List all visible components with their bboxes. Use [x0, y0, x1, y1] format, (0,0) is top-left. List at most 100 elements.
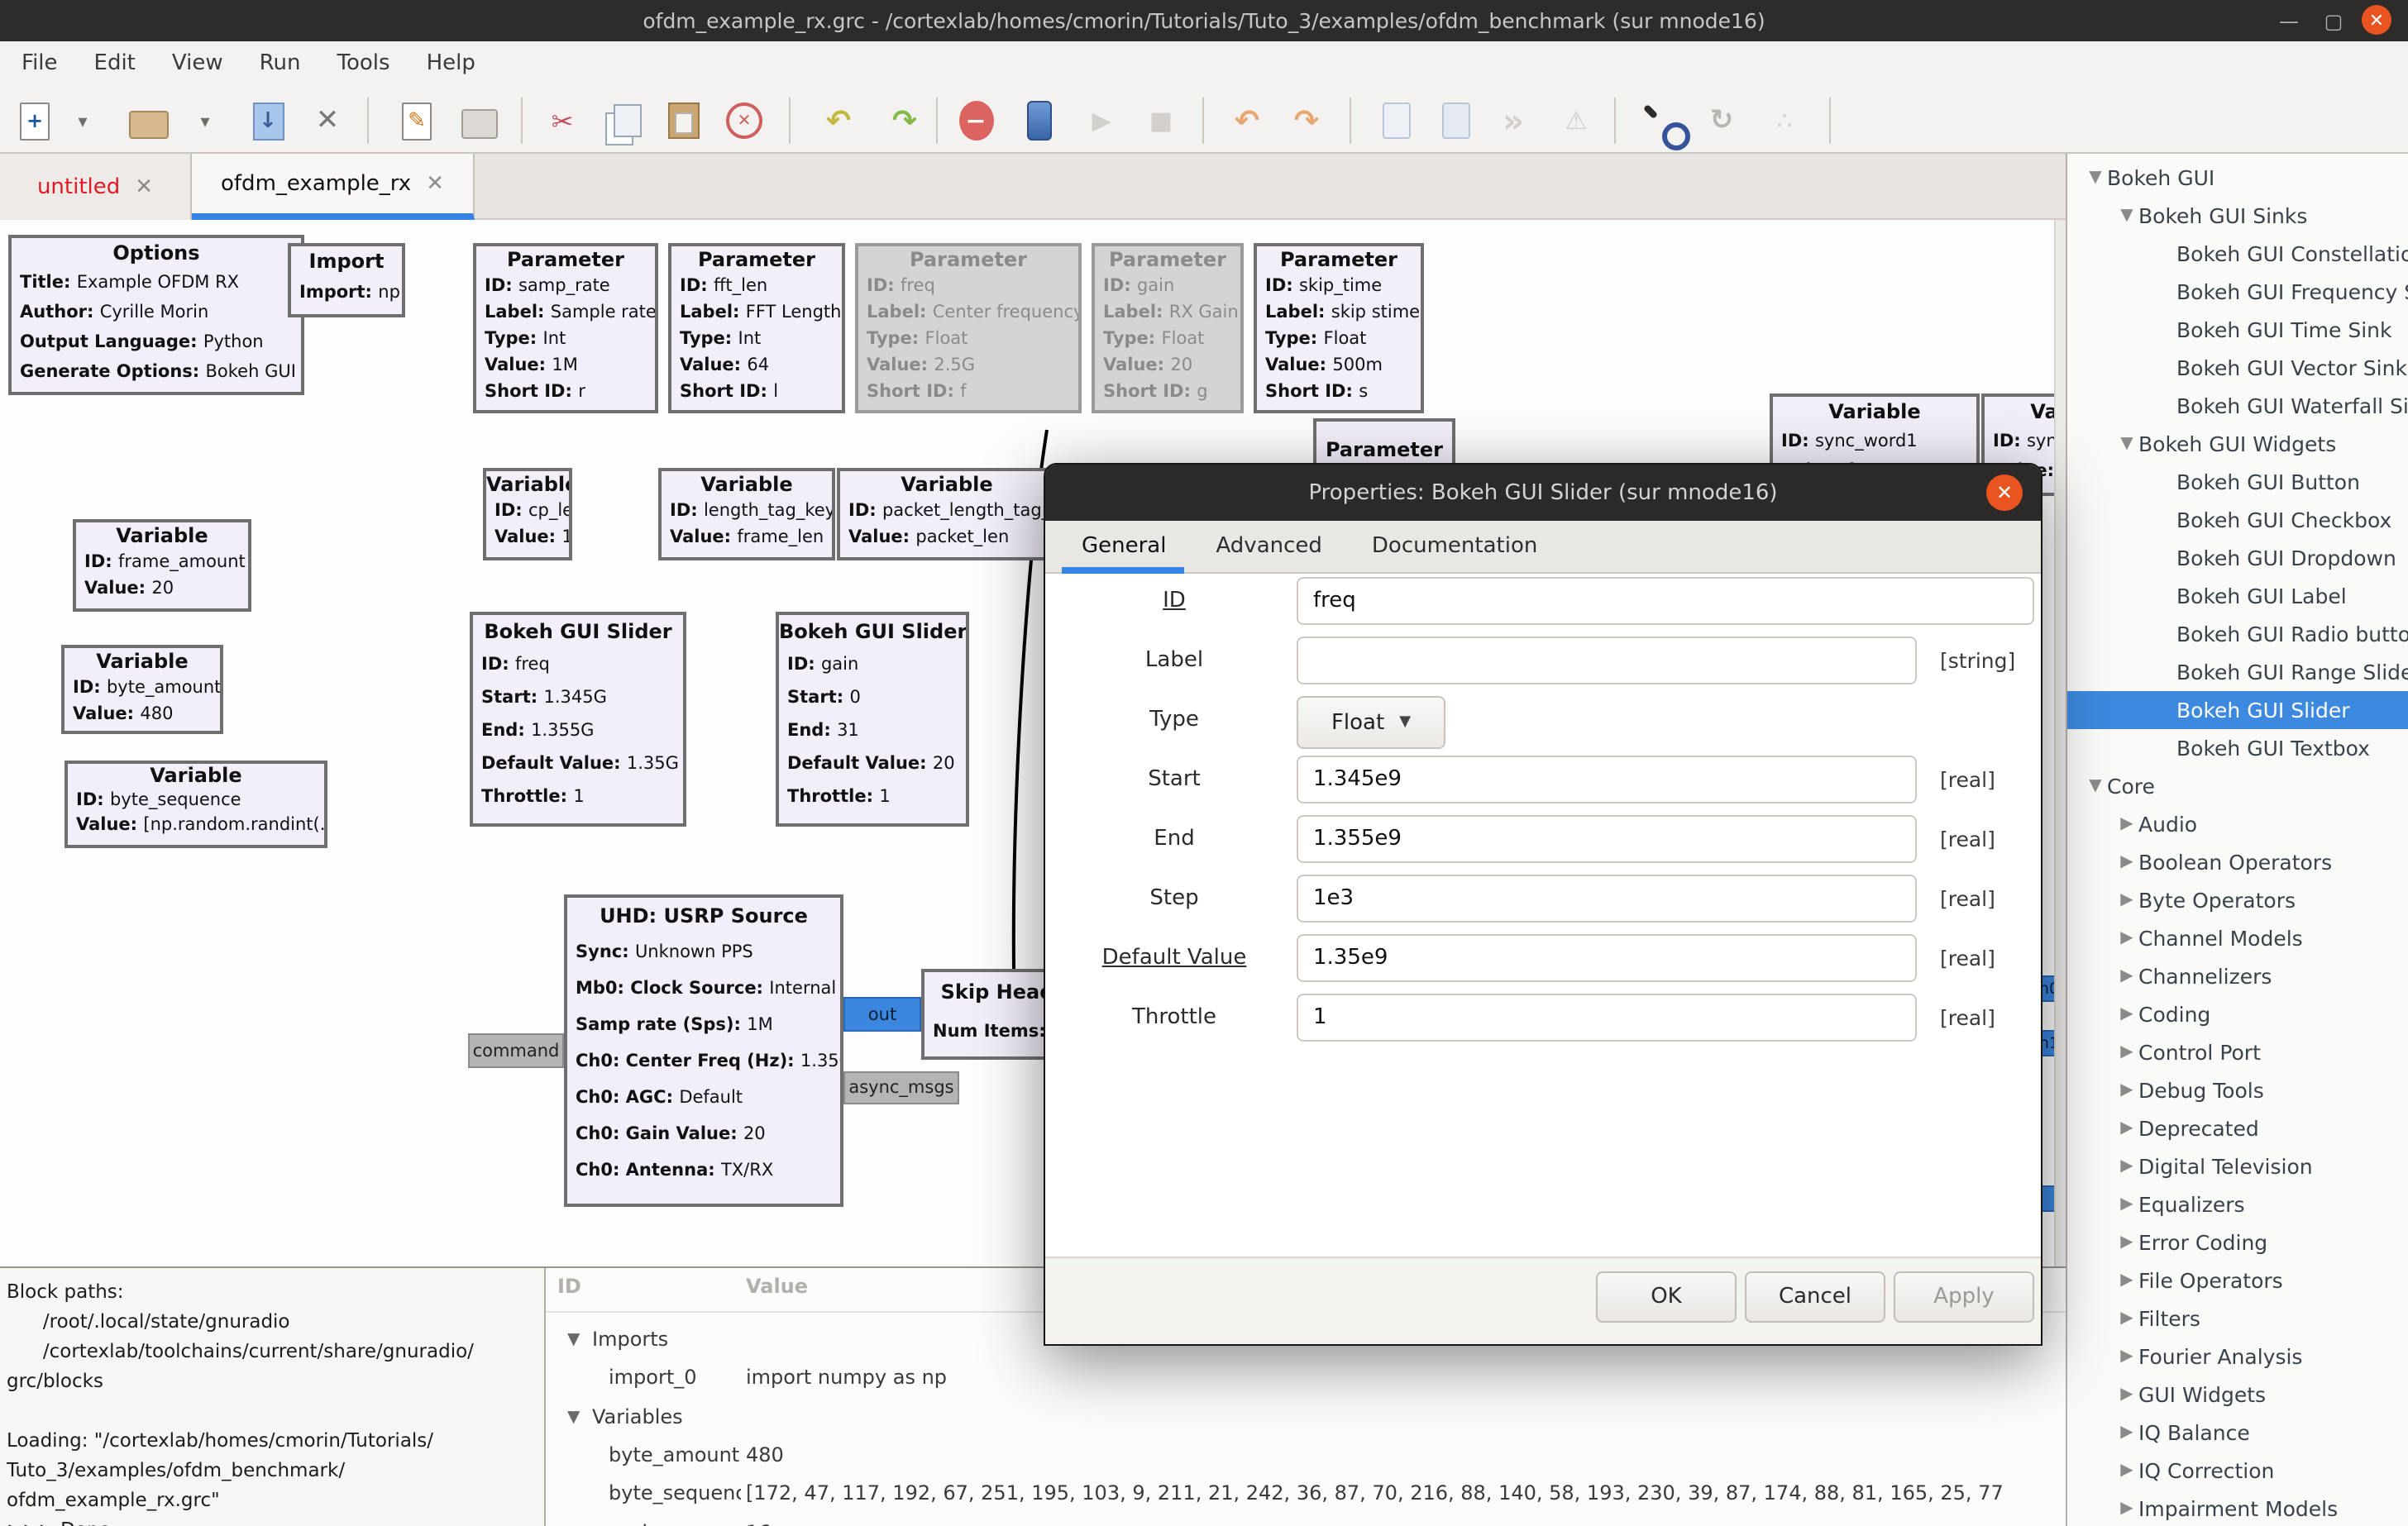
sidebar-item-bokeh-gui-vector-sink[interactable]: Bokeh GUI Vector Sink	[2067, 349, 2408, 387]
sidebar-item-bokeh-gui-constellation-sink[interactable]: Bokeh GUI Constellation Sink	[2067, 235, 2408, 273]
sidebar-item-impairment-models[interactable]: ▶Impairment Models	[2067, 1490, 2408, 1526]
sidebar-item-bokeh-gui-textbox[interactable]: Bokeh GUI Textbox	[2067, 729, 2408, 767]
chevron-down-icon[interactable]: ▼	[567, 1321, 580, 1359]
notes-icon[interactable]: ✎	[397, 101, 437, 141]
sidebar-item-bokeh-gui-checkbox[interactable]: Bokeh GUI Checkbox	[2067, 501, 2408, 539]
open-icon[interactable]	[129, 101, 169, 141]
sidebar-item-core[interactable]: ▼Core	[2067, 767, 2408, 805]
menu-edit[interactable]: Edit	[76, 41, 154, 88]
menu-view[interactable]: View	[154, 41, 241, 88]
find-icon[interactable]	[1639, 101, 1679, 141]
chevron-right-icon[interactable]: ▶	[2115, 843, 2138, 881]
chevron-right-icon[interactable]: ▶	[2115, 1299, 2138, 1338]
sidebar-item-channelizers[interactable]: ▶Channelizers	[2067, 957, 2408, 995]
close-file-icon[interactable]: ✕	[308, 101, 347, 141]
chevron-right-icon[interactable]: ▶	[2115, 957, 2138, 995]
chevron-right-icon[interactable]: ▶	[2115, 1109, 2138, 1147]
rotate-cw-icon[interactable]: ↷	[1287, 101, 1326, 141]
port-command[interactable]: command	[468, 1033, 564, 1068]
menu-run[interactable]: Run	[241, 41, 319, 88]
properties-icon[interactable]: ∴	[1765, 101, 1804, 141]
field-input-start[interactable]	[1297, 756, 1917, 804]
sidebar-item-equalizers[interactable]: ▶Equalizers	[2067, 1185, 2408, 1223]
new-file-icon[interactable]: +	[15, 101, 55, 141]
chevron-right-icon[interactable]: ▶	[2115, 805, 2138, 843]
block-param_fft_len[interactable]: ParameterID: fft_lenLabel: FFT LengthTyp…	[668, 243, 845, 413]
menu-file[interactable]: File	[3, 41, 76, 88]
tab-untitled[interactable]: untitled✕	[0, 154, 192, 220]
sidebar-item-control-port[interactable]: ▶Control Port	[2067, 1033, 2408, 1071]
dialog-tab-general[interactable]: General	[1082, 534, 1166, 559]
table-row-variables[interactable]: ▼Variables	[546, 1398, 2066, 1436]
menu-help[interactable]: Help	[408, 41, 494, 88]
disable-icon[interactable]	[1436, 101, 1475, 141]
open-dropdown-icon[interactable]: ▾	[185, 101, 225, 141]
dialog-close-icon[interactable]: ✕	[1986, 474, 2023, 511]
port-async_msgs[interactable]: async_msgs	[843, 1071, 959, 1104]
field-input-default-value[interactable]	[1297, 934, 1917, 982]
cancel-button[interactable]: Cancel	[1745, 1271, 1885, 1323]
block-param_skip_time[interactable]: ParameterID: skip_timeLabel: skip stimeT…	[1254, 243, 1424, 413]
new-dropdown-icon[interactable]: ▾	[63, 101, 103, 141]
field-input-end[interactable]	[1297, 815, 1917, 863]
sidebar-item-bokeh-gui-label[interactable]: Bokeh GUI Label	[2067, 577, 2408, 615]
chevron-down-icon[interactable]: ▼	[2115, 425, 2138, 463]
maximize-icon[interactable]: ▢	[2315, 3, 2352, 38]
chevron-right-icon[interactable]: ▶	[2115, 1376, 2138, 1414]
port-out[interactable]: out	[843, 997, 921, 1032]
ok-button[interactable]: OK	[1596, 1271, 1737, 1323]
sidebar-item-iq-correction[interactable]: ▶IQ Correction	[2067, 1452, 2408, 1490]
sidebar-item-bokeh-gui-dropdown[interactable]: Bokeh GUI Dropdown	[2067, 539, 2408, 577]
field-input-id[interactable]	[1297, 577, 2034, 625]
execute-icon[interactable]: ▶	[1082, 101, 1121, 141]
chevron-right-icon[interactable]: ▶	[2115, 995, 2138, 1033]
sidebar-item-file-operators[interactable]: ▶File Operators	[2067, 1261, 2408, 1299]
block-param_gain[interactable]: ParameterID: gainLabel: RX GainType: Flo…	[1092, 243, 1244, 413]
chevron-down-icon[interactable]: ▼	[2084, 159, 2107, 197]
copy-icon[interactable]	[604, 101, 643, 141]
block-slider_gain[interactable]: Bokeh GUI SliderID: gainStart: 0End: 31D…	[776, 612, 969, 827]
sidebar-item-digital-television[interactable]: ▶Digital Television	[2067, 1147, 2408, 1185]
chevron-right-icon[interactable]: ▶	[2115, 919, 2138, 957]
block-var_cp_len[interactable]: VariableID: cp_lenValue: 16	[483, 468, 572, 560]
block-uhd[interactable]: UHD: USRP SourceSync: Unknown PPSMb0: Cl…	[564, 894, 843, 1207]
block-param_freq[interactable]: ParameterID: freqLabel: Center frequency…	[855, 243, 1082, 413]
field-input-step[interactable]	[1297, 875, 1917, 923]
block-slider_freq[interactable]: Bokeh GUI SliderID: freqStart: 1.345GEnd…	[470, 612, 686, 827]
sidebar-item-bokeh-gui-radio-button[interactable]: Bokeh GUI Radio button	[2067, 615, 2408, 653]
sidebar-item-channel-models[interactable]: ▶Channel Models	[2067, 919, 2408, 957]
table-row-byte_amount[interactable]: byte_amount480	[546, 1437, 2066, 1475]
sidebar-item-byte-operators[interactable]: ▶Byte Operators	[2067, 881, 2408, 919]
block-var_length_tag_key[interactable]: VariableID: length_tag_keyValue: frame_l…	[658, 468, 835, 560]
sidebar-item-bokeh-gui-slider[interactable]: Bokeh GUI Slider	[2067, 691, 2408, 729]
errors-report-icon[interactable]: ⚠	[1556, 101, 1596, 141]
sidebar-item-debug-tools[interactable]: ▶Debug Tools	[2067, 1071, 2408, 1109]
sidebar-item-deprecated[interactable]: ▶Deprecated	[2067, 1109, 2408, 1147]
block-var_packet_length_tag_key[interactable]: VariableID: packet_length_tag_keyValue: …	[837, 468, 1057, 560]
block-var_byte_sequence[interactable]: VariableID: byte_sequenceValue: [np.rand…	[64, 761, 327, 848]
chevron-down-icon[interactable]: ▼	[567, 1398, 580, 1436]
errors-icon[interactable]: −	[956, 101, 996, 141]
sidebar-item-bokeh-gui-waterfall-sink[interactable]: Bokeh GUI Waterfall Sink	[2067, 387, 2408, 425]
bypass-icon[interactable]: »	[1493, 101, 1533, 141]
reload-icon[interactable]: ↻	[1702, 101, 1742, 141]
paste-icon[interactable]	[663, 101, 703, 141]
table-row-cp_len[interactable]: cp_len16	[546, 1514, 2066, 1526]
sidebar-item-boolean-operators[interactable]: ▶Boolean Operators	[2067, 843, 2408, 881]
chevron-right-icon[interactable]: ▶	[2115, 1147, 2138, 1185]
cut-icon[interactable]: ✂	[542, 101, 582, 141]
chevron-right-icon[interactable]: ▶	[2115, 1490, 2138, 1526]
sidebar-item-bokeh-gui-button[interactable]: Bokeh GUI Button	[2067, 463, 2408, 501]
sidebar-item-bokeh-gui-frequency-sink[interactable]: Bokeh GUI Frequency Sink	[2067, 273, 2408, 311]
sidebar-item-bokeh-gui-time-sink[interactable]: Bokeh GUI Time Sink	[2067, 311, 2408, 349]
close-icon[interactable]: ✕	[2362, 5, 2391, 35]
field-dropdown-type[interactable]: Float▼	[1297, 696, 1445, 749]
dialog-tab-advanced[interactable]: Advanced	[1216, 534, 1321, 559]
block-var_frame_amount[interactable]: VariableID: frame_amountValue: 20	[73, 519, 251, 612]
tab-close-icon[interactable]: ✕	[426, 171, 444, 196]
chevron-right-icon[interactable]: ▶	[2115, 1223, 2138, 1261]
chevron-right-icon[interactable]: ▶	[2115, 1452, 2138, 1490]
menu-tools[interactable]: Tools	[319, 41, 408, 88]
dialog-tab-documentation[interactable]: Documentation	[1372, 534, 1537, 559]
sidebar-item-error-coding[interactable]: ▶Error Coding	[2067, 1223, 2408, 1261]
